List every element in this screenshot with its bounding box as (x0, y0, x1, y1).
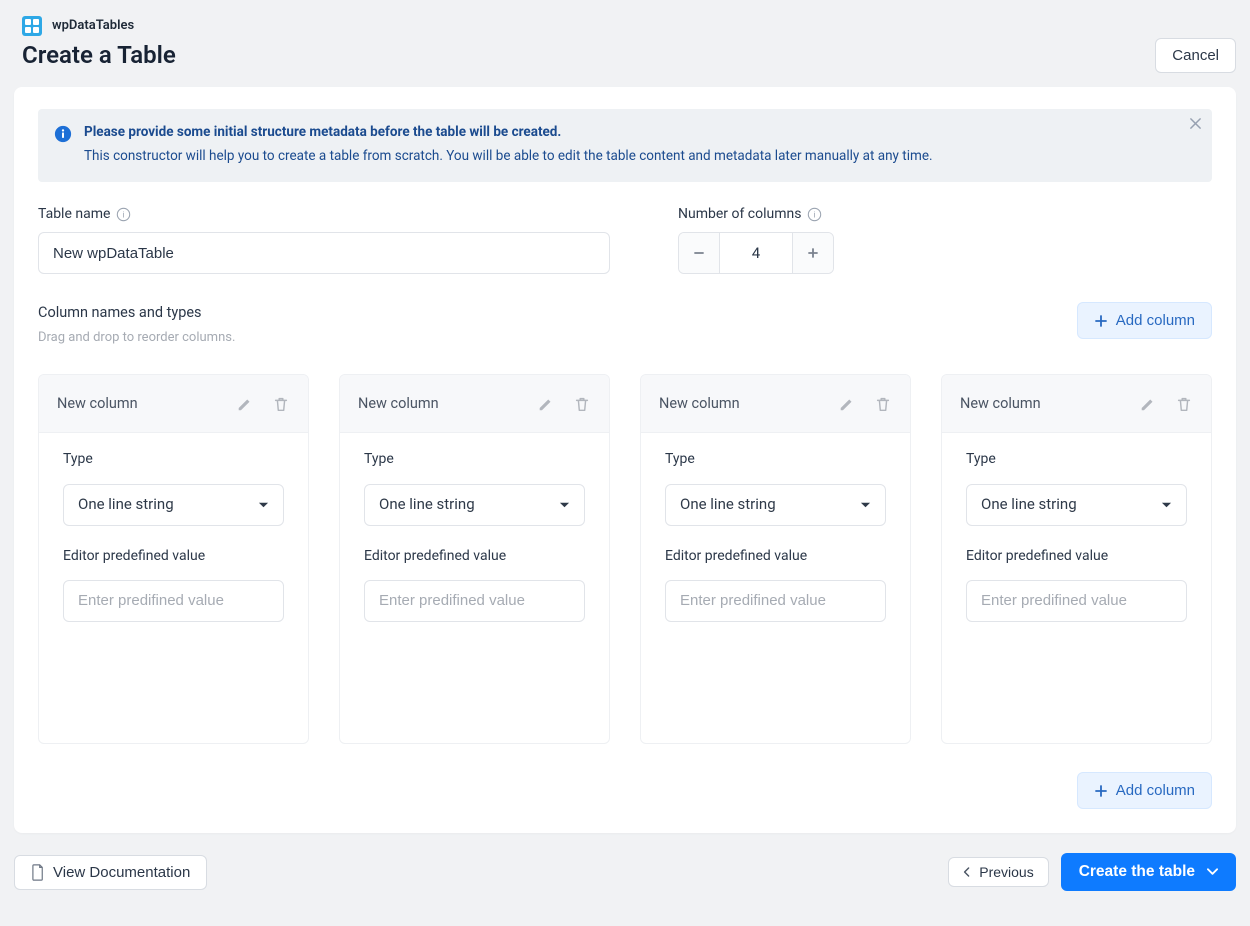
predefined-label: Editor predefined value (63, 546, 284, 566)
brand-name: wpDataTables (52, 17, 134, 36)
column-card-header: New column (641, 375, 910, 433)
previous-button[interactable]: Previous (948, 857, 1048, 887)
help-icon[interactable]: i (807, 207, 822, 222)
caret-down-icon (860, 501, 871, 509)
type-select[interactable]: One line string (665, 484, 886, 526)
column-card-header: New column (942, 375, 1211, 433)
predefined-input[interactable] (364, 580, 585, 622)
predefined-label: Editor predefined value (665, 546, 886, 566)
type-value: One line string (379, 494, 475, 516)
type-select[interactable]: One line string (63, 484, 284, 526)
column-card: New column Type One line string Editor p… (941, 374, 1212, 744)
caret-down-icon (559, 501, 570, 509)
increment-button[interactable] (793, 233, 833, 273)
add-column-label: Add column (1116, 312, 1195, 329)
table-name-input[interactable] (38, 232, 610, 274)
decrement-button[interactable] (679, 233, 719, 273)
view-docs-label: View Documentation (53, 864, 190, 881)
svg-text:i: i (814, 209, 816, 219)
caret-down-icon (258, 501, 269, 509)
info-alert: Please provide some initial structure me… (38, 109, 1212, 182)
add-column-label: Add column (1116, 782, 1195, 799)
predefined-label: Editor predefined value (966, 546, 1187, 566)
view-docs-button[interactable]: View Documentation (14, 855, 207, 890)
column-name: New column (960, 393, 1041, 414)
add-column-button-top[interactable]: Add column (1077, 302, 1212, 339)
type-value: One line string (78, 494, 174, 516)
trash-icon[interactable] (272, 395, 290, 413)
predefined-label: Editor predefined value (364, 546, 585, 566)
type-select[interactable]: One line string (966, 484, 1187, 526)
type-value: One line string (981, 494, 1077, 516)
column-name: New column (358, 393, 439, 414)
previous-label: Previous (979, 864, 1033, 880)
type-label: Type (364, 449, 585, 469)
svg-text:i: i (123, 209, 125, 219)
num-columns-label-text: Number of columns (678, 204, 801, 224)
caret-down-icon (1207, 868, 1218, 876)
column-card: New column Type One line string Editor p… (38, 374, 309, 744)
type-select[interactable]: One line string (364, 484, 585, 526)
footer-bar: View Documentation Previous Create the t… (14, 849, 1236, 903)
info-icon (54, 125, 72, 143)
edit-icon[interactable] (236, 395, 254, 413)
document-icon (31, 864, 45, 881)
column-name: New column (57, 393, 138, 414)
column-card: New column Type One line string Editor p… (339, 374, 610, 744)
predefined-input[interactable] (966, 580, 1187, 622)
edit-icon[interactable] (1139, 395, 1157, 413)
column-card-header: New column (39, 375, 308, 433)
columns-stepper: 4 (678, 232, 834, 274)
alert-desc: This constructor will help you to create… (84, 147, 933, 167)
page-title: Create a Table (22, 38, 176, 73)
plus-icon (1094, 314, 1108, 328)
type-value: One line string (680, 494, 776, 516)
num-columns-label: Number of columns i (678, 204, 834, 224)
add-column-button-bottom[interactable]: Add column (1077, 772, 1212, 809)
section-subtext: Drag and drop to reorder columns. (38, 329, 235, 348)
columns-list: New column Type One line string Editor p… (38, 374, 1212, 744)
column-card: New column Type One line string Editor p… (640, 374, 911, 744)
predefined-input[interactable] (665, 580, 886, 622)
type-label: Type (966, 449, 1187, 469)
edit-icon[interactable] (838, 395, 856, 413)
section-heading: Column names and types (38, 302, 235, 323)
type-label: Type (665, 449, 886, 469)
predefined-input[interactable] (63, 580, 284, 622)
alert-title: Please provide some initial structure me… (84, 123, 933, 143)
create-table-label: Create the table (1079, 863, 1195, 881)
table-name-label-text: Table name (38, 204, 110, 224)
main-card: Please provide some initial structure me… (14, 87, 1236, 833)
create-table-button[interactable]: Create the table (1061, 853, 1236, 891)
header: wpDataTables (14, 0, 1236, 38)
column-name: New column (659, 393, 740, 414)
chevron-left-icon (963, 866, 971, 878)
type-label: Type (63, 449, 284, 469)
alert-close[interactable] (1189, 117, 1202, 130)
caret-down-icon (1161, 501, 1172, 509)
brand-logo (22, 16, 42, 36)
trash-icon[interactable] (874, 395, 892, 413)
columns-value: 4 (719, 233, 793, 273)
trash-icon[interactable] (573, 395, 591, 413)
table-name-label: Table name i (38, 204, 610, 224)
help-icon[interactable]: i (116, 207, 131, 222)
trash-icon[interactable] (1175, 395, 1193, 413)
column-card-header: New column (340, 375, 609, 433)
cancel-button[interactable]: Cancel (1155, 38, 1236, 73)
plus-icon (1094, 784, 1108, 798)
edit-icon[interactable] (537, 395, 555, 413)
